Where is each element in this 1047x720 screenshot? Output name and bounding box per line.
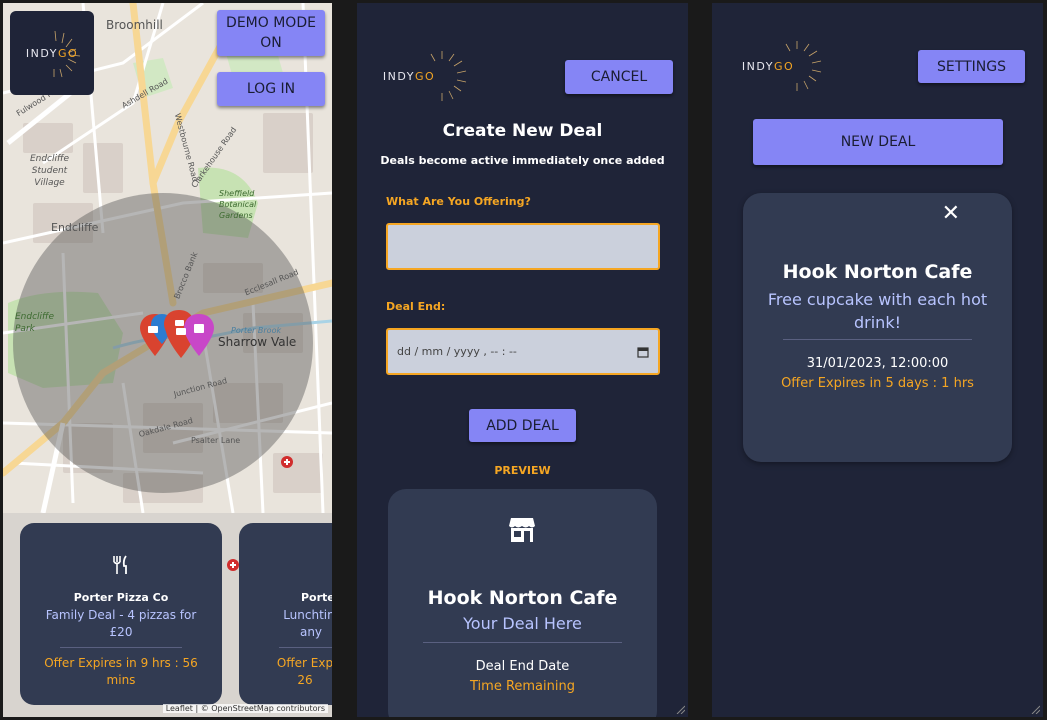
offer-label: What Are You Offering? xyxy=(386,195,531,208)
datetime-placeholder: dd / mm / yyyy , -- : -- xyxy=(397,345,517,358)
place-label-endcliffe: Endcliffe xyxy=(51,221,99,234)
place-label-student-village: Endcliffe Student Village xyxy=(29,154,70,188)
form-title: Create New Deal xyxy=(442,121,603,141)
preview-label: PREVIEW xyxy=(494,464,551,477)
preview-end-date: Deal End Date xyxy=(475,659,570,674)
demo-mode-button[interactable]: DEMO MODE ON xyxy=(217,10,325,56)
deal-business-name: Porter xyxy=(301,591,332,604)
calendar-icon[interactable] xyxy=(637,346,649,358)
divider xyxy=(423,642,622,643)
divider xyxy=(783,339,972,340)
app-logo[interactable]: INDY GO xyxy=(379,67,439,85)
map-attribution[interactable]: Leaflet | © OpenStreetMap contributors xyxy=(162,704,328,713)
deal-business-name: Hook Norton Cafe xyxy=(782,261,973,283)
app-logo[interactable]: INDY GO xyxy=(738,57,798,75)
deal-expiry: Offer Exp 26 xyxy=(276,656,332,687)
deal-expiry: Offer Expires in 9 hrs : 56 mins xyxy=(44,656,198,687)
login-button[interactable]: LOG IN xyxy=(217,72,325,106)
map-pins[interactable] xyxy=(138,308,218,358)
deal-end-date: 31/01/2023, 12:00:00 xyxy=(806,356,949,371)
business-deals-panel: INDY GO SETTINGS NEW DEAL ✕ Hook Norton C… xyxy=(712,3,1043,717)
logo-go-text: GO xyxy=(414,69,436,83)
place-label-sharrow-vale: Sharrow Vale xyxy=(218,335,297,349)
deal-business-name: Porter Pizza Co xyxy=(73,591,169,604)
deal-description: Lunchtim any xyxy=(283,608,332,639)
logo-go-text: GO xyxy=(57,46,79,60)
form-subtitle: Deals become active immediately once add… xyxy=(380,154,665,167)
place-label-botanical: Sheffield Botanical Gardens xyxy=(219,189,257,220)
resize-grip-icon[interactable] xyxy=(675,704,685,714)
divider xyxy=(279,647,332,648)
pin-shop-icon xyxy=(184,314,214,356)
place-label-endcliffe-park: Endcliffe Park xyxy=(15,312,55,334)
resize-grip-icon[interactable] xyxy=(1030,704,1040,714)
close-icon[interactable]: ✕ xyxy=(942,203,960,225)
road-label: Psalter Lane xyxy=(191,436,241,445)
preview-time-remaining: Time Remaining xyxy=(470,679,575,694)
preview-card: Hook Norton Cafe Your Deal Here Deal End… xyxy=(388,489,657,717)
preview-description: Your Deal Here xyxy=(463,614,582,633)
deal-end-label: Deal End: xyxy=(386,300,446,313)
place-label-broomhill: Broomhill xyxy=(106,18,163,32)
active-deal-card: ✕ Hook Norton Cafe Free cupcake with eac… xyxy=(743,193,1012,462)
deal-end-datetime-input[interactable]: dd / mm / yyyy , -- : -- xyxy=(386,328,660,375)
preview-business-name: Hook Norton Cafe xyxy=(427,587,618,609)
deal-card[interactable]: Porter Lunchtim any Offer Exp 26 xyxy=(239,523,332,705)
new-deal-button[interactable]: NEW DEAL xyxy=(753,119,1003,165)
divider xyxy=(60,647,182,648)
add-deal-button[interactable]: ADD DEAL xyxy=(469,409,576,442)
logo-go-text: GO xyxy=(773,59,795,73)
fork-knife-icon xyxy=(113,555,127,574)
logo-indy-text: INDY xyxy=(741,59,774,73)
offer-input[interactable] xyxy=(386,223,660,270)
logo-indy-text: INDY xyxy=(25,46,58,60)
cancel-button[interactable]: CANCEL xyxy=(565,60,673,94)
deal-card[interactable]: Porter Pizza Co Family Deal - 4 pizzas f… xyxy=(20,523,222,705)
deal-description: Family Deal - 4 pizzas for £20 xyxy=(45,608,197,639)
deal-description: Free cupcake with each hot drink! xyxy=(767,290,988,332)
road-label: Porter Brook xyxy=(231,326,282,335)
map-panel: Broomhill Endcliffe Student Village Endc… xyxy=(3,3,332,717)
store-icon xyxy=(509,518,535,542)
app-logo[interactable]: INDY GO xyxy=(10,11,94,95)
deal-expiry: Offer Expires in 5 days : 1 hrs xyxy=(781,376,974,391)
logo-indy-text: INDY xyxy=(382,69,415,83)
settings-button[interactable]: SETTINGS xyxy=(918,50,1025,83)
create-deal-panel: INDY GO CANCEL Create New Deal Deals beco… xyxy=(357,3,688,717)
